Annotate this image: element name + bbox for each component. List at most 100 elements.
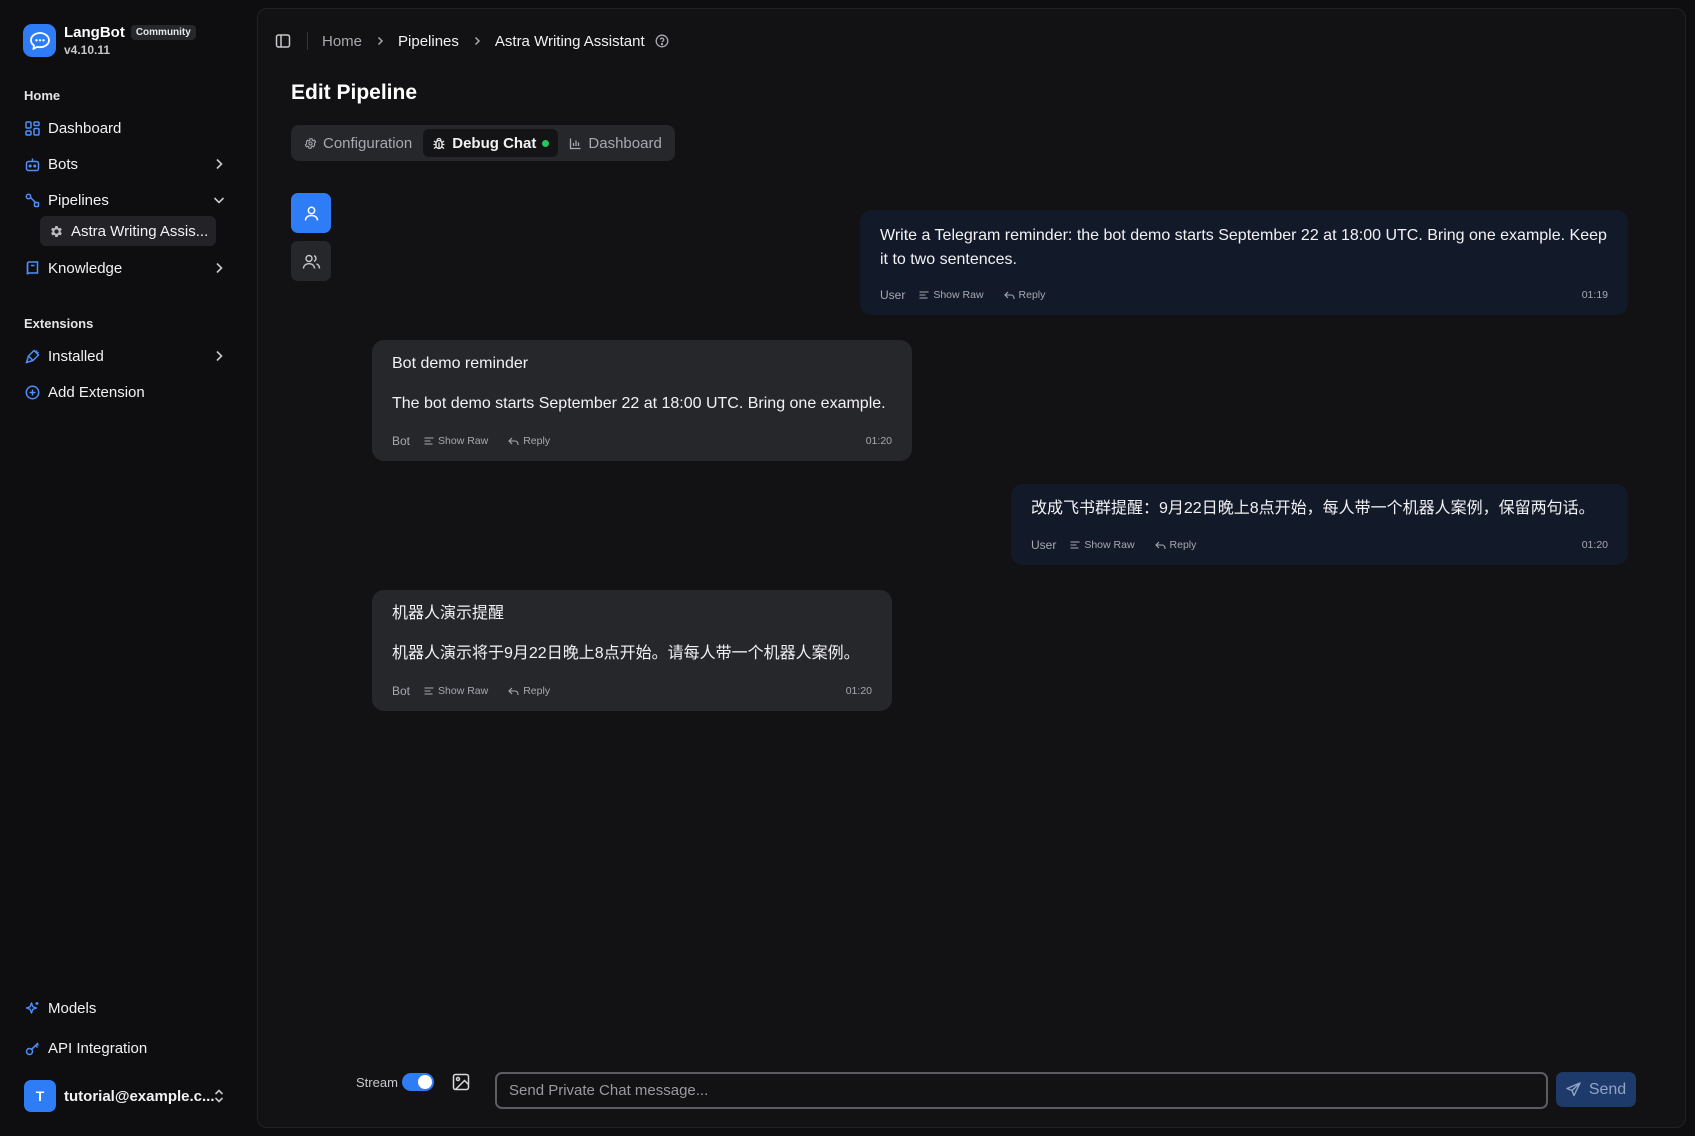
users-icon xyxy=(302,253,321,270)
sidebar-item-label: Bots xyxy=(48,155,79,173)
send-icon xyxy=(1566,1082,1581,1097)
reply-button[interactable]: Reply xyxy=(508,435,550,447)
reply-button[interactable]: Reply xyxy=(1003,289,1045,301)
chevron-right-icon xyxy=(212,349,226,363)
sidebar-item-api-integration[interactable]: API Integration xyxy=(14,1032,236,1064)
reply-icon xyxy=(508,687,519,695)
sidebar-item-bots[interactable]: Bots xyxy=(14,148,236,180)
gear-icon xyxy=(49,224,64,239)
user-email: tutorial@example.c... xyxy=(64,1087,215,1105)
message-text: Bot demo reminder xyxy=(392,355,529,372)
private-chat-button[interactable] xyxy=(291,193,331,233)
user-menu[interactable]: T tutorial@example.c... xyxy=(14,1076,236,1116)
message-time: 01:20 xyxy=(845,685,872,697)
plus-circle-icon xyxy=(24,384,40,400)
sidebar-item-label: Knowledge xyxy=(48,259,123,277)
sidebar-item-pipelines[interactable]: Pipelines xyxy=(14,184,236,216)
message-time: 01:19 xyxy=(1581,289,1608,301)
chevron-right-icon xyxy=(374,35,386,47)
sidebar-item-models[interactable]: Models xyxy=(14,992,236,1024)
message-meta: User Show Raw Reply 01:19 xyxy=(880,288,1608,302)
reply-button[interactable]: Reply xyxy=(1154,539,1197,551)
sidebar: LangBot Community v4.10.11 Home Dashboar… xyxy=(0,0,256,1136)
sidebar-item-label: Installed xyxy=(48,347,104,365)
user-icon xyxy=(303,205,320,222)
section-label-home: Home xyxy=(24,88,61,103)
align-left-icon xyxy=(424,687,434,695)
show-raw-label: Show Raw xyxy=(933,289,984,301)
book-icon xyxy=(24,260,40,276)
reply-icon xyxy=(1154,541,1166,549)
composer-controls: Stream xyxy=(356,1073,470,1091)
sidebar-item-knowledge[interactable]: Knowledge xyxy=(14,252,236,284)
message-role: Bot xyxy=(392,434,411,448)
brand-name: LangBot xyxy=(64,24,125,41)
tab-debug-chat[interactable]: Debug Chat xyxy=(423,129,559,157)
chat-message-user: Write a Telegram reminder: the bot demo … xyxy=(860,210,1628,315)
tab-label: Configuration xyxy=(323,134,413,152)
send-button[interactable]: Send xyxy=(1556,1072,1636,1107)
align-left-icon xyxy=(1070,541,1080,549)
bug-icon xyxy=(432,136,446,150)
message-role: Bot xyxy=(392,684,411,698)
reply-icon xyxy=(1003,291,1015,299)
show-raw-button[interactable]: Show Raw xyxy=(1070,539,1135,551)
stream-toggle[interactable] xyxy=(401,1073,434,1091)
page-title: Edit Pipeline xyxy=(291,81,418,104)
chat-message-bot: 机器人演示提醒 机器人演示将于9月22日晚上8点开始。请每人带一个机器人案例。 … xyxy=(372,590,892,711)
message-time: 01:20 xyxy=(865,435,892,447)
brand[interactable]: LangBot Community v4.10.11 xyxy=(23,24,196,57)
sidebar-item-label: Pipelines xyxy=(48,191,109,209)
breadcrumb-home[interactable]: Home xyxy=(322,33,362,50)
chevron-right-icon xyxy=(471,35,483,47)
sidebar-item-add-extension[interactable]: Add Extension xyxy=(14,376,236,408)
layout-grid-icon xyxy=(24,120,40,136)
stream-label: Stream xyxy=(356,1074,398,1090)
sidebar-item-dashboard[interactable]: Dashboard xyxy=(14,112,236,144)
sidebar-item-label: Dashboard xyxy=(48,119,122,137)
toggle-knob xyxy=(417,1075,432,1089)
sidebar-subitem-pipeline[interactable]: Astra Writing Assis... xyxy=(40,216,216,246)
image-icon[interactable] xyxy=(452,1073,470,1091)
show-raw-label: Show Raw xyxy=(438,435,489,447)
plug-icon xyxy=(24,348,40,364)
tab-bar: Configuration Debug Chat Dashboard xyxy=(291,125,675,161)
breadcrumb: Home Pipelines Astra Writing Assistant xyxy=(322,33,669,50)
message-text: 机器人演示将于9月22日晚上8点开始。请每人带一个机器人案例。 xyxy=(392,645,860,662)
main-panel: Home Pipelines Astra Writing Assistant E… xyxy=(257,8,1686,1128)
breadcrumb-current: Astra Writing Assistant xyxy=(494,32,645,50)
message-meta: Bot Show Raw Reply 01:20 xyxy=(392,684,872,698)
topbar: Home Pipelines Astra Writing Assistant xyxy=(275,31,669,51)
send-label: Send xyxy=(1588,1080,1627,1098)
breadcrumb-pipelines[interactable]: Pipelines xyxy=(398,33,459,50)
message-text: 机器人演示提醒 xyxy=(392,605,505,622)
group-chat-button[interactable] xyxy=(291,241,331,281)
status-dot xyxy=(542,139,550,147)
chat-message-user: 改成飞书群提醒：9月22日晚上8点开始，每人带一个机器人案例，保留两句话。 Us… xyxy=(1011,484,1628,565)
tab-label: Dashboard xyxy=(588,134,662,152)
reply-label: Reply xyxy=(523,685,551,697)
sidebar-item-label: API Integration xyxy=(48,1039,148,1057)
message-role: User xyxy=(1031,538,1057,552)
message-meta: Bot Show Raw Reply 01:20 xyxy=(392,434,892,448)
workflow-icon xyxy=(24,192,40,208)
help-circle-icon[interactable] xyxy=(655,34,669,48)
divider xyxy=(307,32,308,50)
sidebar-item-installed[interactable]: Installed xyxy=(14,340,236,372)
show-raw-button[interactable]: Show Raw xyxy=(424,685,488,697)
panel-left-icon[interactable] xyxy=(275,33,291,49)
reply-label: Reply xyxy=(523,435,551,447)
tab-dashboard[interactable]: Dashboard xyxy=(560,129,670,157)
align-left-icon xyxy=(919,291,929,299)
reply-label: Reply xyxy=(1169,539,1197,551)
show-raw-button[interactable]: Show Raw xyxy=(919,289,984,301)
show-raw-button[interactable]: Show Raw xyxy=(424,435,488,447)
reply-button[interactable]: Reply xyxy=(508,685,550,697)
app-version: v4.10.11 xyxy=(64,43,111,57)
tab-configuration[interactable]: Configuration xyxy=(295,129,421,157)
key-icon xyxy=(24,1040,40,1056)
chevron-right-icon xyxy=(212,261,226,275)
chat-message-input[interactable] xyxy=(495,1072,1548,1109)
chevrons-up-down-icon xyxy=(212,1088,226,1104)
bar-chart-icon xyxy=(569,137,582,150)
